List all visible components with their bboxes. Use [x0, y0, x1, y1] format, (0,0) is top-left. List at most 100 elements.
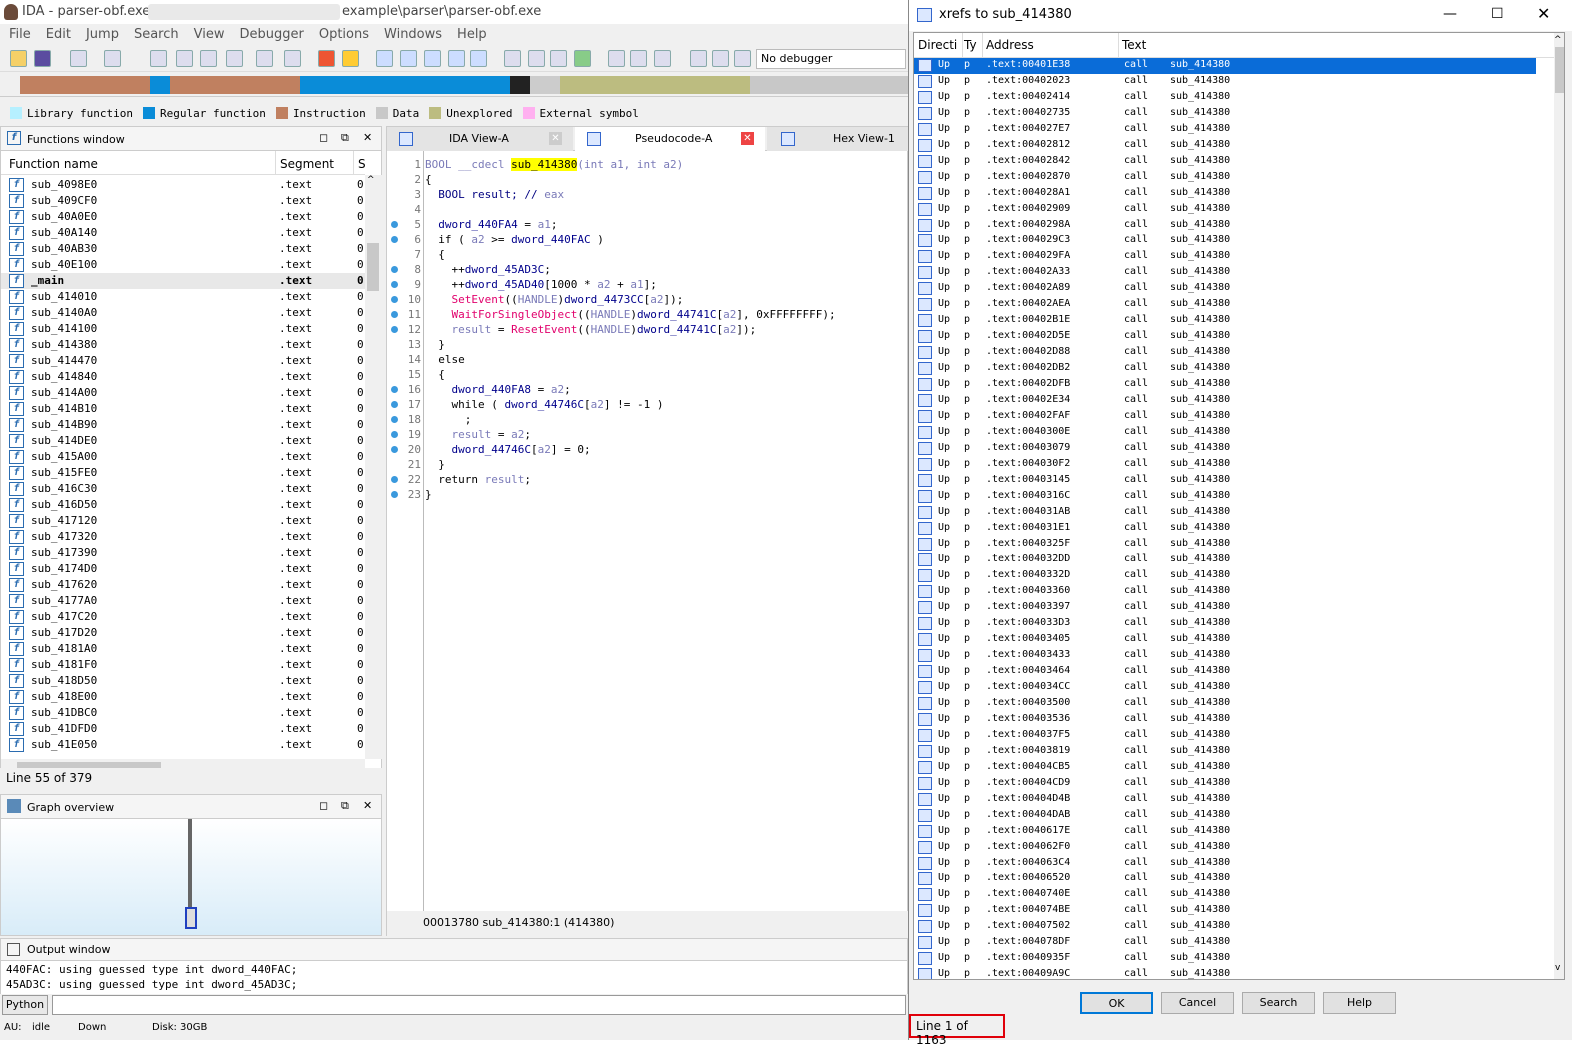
debugger-select[interactable]: No debugger	[756, 49, 906, 69]
pause-icon[interactable]	[712, 50, 729, 67]
breakpoint-dot-icon[interactable]	[391, 416, 398, 423]
function-row[interactable]: f sub_414A00 .text 0(	[1, 385, 365, 401]
breakpoint-dot-icon[interactable]	[391, 296, 398, 303]
xref-row[interactable]: Up p .text:00404D4B call sub_414380	[914, 792, 1536, 808]
breakpoint-dot-icon[interactable]	[391, 221, 398, 228]
code-line[interactable]: 18 ;	[387, 412, 907, 427]
xref-row[interactable]: Up p .text:00403464 call sub_414380	[914, 664, 1536, 680]
code-line[interactable]: 5 dword_440FA4 = a1;	[387, 217, 907, 232]
xref-row[interactable]: Up p .text:0040298A call sub_414380	[914, 218, 1536, 234]
code-line[interactable]: 20 dword_44746C[a2] = 0;	[387, 442, 907, 457]
function-row[interactable]: f sub_4140A0 .text 0(	[1, 305, 365, 321]
add-member-icon[interactable]	[550, 50, 567, 67]
xref-row[interactable]: Up p .text:00403360 call sub_414380	[914, 584, 1536, 600]
xref-row[interactable]: Up p .text:00402D88 call sub_414380	[914, 345, 1536, 361]
xref-row[interactable]: Up p .text:00403397 call sub_414380	[914, 600, 1536, 616]
function-row[interactable]: f sub_415FE0 .text 0(	[1, 465, 365, 481]
functions-icon[interactable]	[448, 50, 465, 67]
function-row[interactable]: f sub_417C20 .text 0(	[1, 609, 365, 625]
edit-icon[interactable]	[630, 50, 647, 67]
code-line[interactable]: 12 result = ResetEvent((HANDLE)dword_447…	[387, 322, 907, 337]
xref-row[interactable]: Up p .text:004029C3 call sub_414380	[914, 233, 1536, 249]
xref-row[interactable]: Up p .text:00402842 call sub_414380	[914, 154, 1536, 170]
xrefs-scrollbar[interactable]: ^ v	[1554, 33, 1564, 979]
delete-icon[interactable]	[654, 50, 671, 67]
code-line[interactable]: 8 ++dword_45AD3C;	[387, 262, 907, 277]
cross-reference-icon[interactable]	[608, 50, 625, 67]
column-function-name[interactable]: Function name	[9, 157, 98, 171]
xref-row[interactable]: Up p .text:0040740E call sub_414380	[914, 887, 1536, 903]
xref-row[interactable]: Up p .text:00403405 call sub_414380	[914, 632, 1536, 648]
function-row[interactable]: f sub_40AB30 .text 0(	[1, 241, 365, 257]
xref-row[interactable]: Up p .text:004037F5 call sub_414380	[914, 728, 1536, 744]
xref-row[interactable]: Up p .text:004028A1 call sub_414380	[914, 186, 1536, 202]
pseudocode-view[interactable]: 1 BOOL __cdecl sub_414380(int a1, int a2)…	[387, 151, 908, 911]
down-arrow-icon[interactable]	[256, 50, 273, 67]
restore-icon[interactable]: ⧉	[341, 799, 349, 813]
menu-file[interactable]: File	[9, 24, 31, 46]
function-row[interactable]: f sub_417620 .text 0(	[1, 577, 365, 593]
column-segment[interactable]: Segment	[280, 157, 334, 171]
immediate-search-icon[interactable]	[200, 50, 217, 67]
xref-row[interactable]: Up p .text:00402A33 call sub_414380	[914, 265, 1536, 281]
column-type[interactable]: Ty	[964, 38, 977, 52]
column-direction[interactable]: Directi	[918, 38, 957, 52]
xref-row[interactable]: Up p .text:00402414 call sub_414380	[914, 90, 1536, 106]
xref-row[interactable]: Up p .text:00402DB2 call sub_414380	[914, 361, 1536, 377]
close-icon[interactable]: ✕	[1537, 4, 1550, 23]
xref-row[interactable]: Up p .text:00402735 call sub_414380	[914, 106, 1536, 122]
xref-row[interactable]: Up p .text:004034CC call sub_414380	[914, 680, 1536, 696]
xref-row[interactable]: Up p .text:0040935F call sub_414380	[914, 951, 1536, 967]
text-search-icon[interactable]	[176, 50, 193, 67]
function-row[interactable]: f sub_4098E0 .text 0(	[1, 177, 365, 193]
xref-row[interactable]: Up p .text:004030F2 call sub_414380	[914, 457, 1536, 473]
stop-icon[interactable]	[734, 50, 751, 67]
function-row[interactable]: f sub_415A00 .text 0(	[1, 449, 365, 465]
maximize-icon[interactable]: ◻	[319, 799, 328, 812]
menu-jump[interactable]: Jump	[86, 24, 119, 46]
xref-row[interactable]: Up p .text:00402812 call sub_414380	[914, 138, 1536, 154]
breakpoint-dot-icon[interactable]	[391, 491, 398, 498]
close-icon[interactable]: ✕	[549, 132, 562, 145]
xref-row[interactable]: Up p .text:004063C4 call sub_414380	[914, 856, 1536, 872]
python-button[interactable]: Python	[2, 995, 48, 1015]
function-row[interactable]: f sub_40A0E0 .text 0(	[1, 209, 365, 225]
menu-edit[interactable]: Edit	[46, 24, 71, 46]
function-row[interactable]: f sub_418D50 .text 0(	[1, 673, 365, 689]
xref-row[interactable]: Up p .text:00406520 call sub_414380	[914, 871, 1536, 887]
code-line[interactable]: 6 if ( a2 >= dword_440FAC )	[387, 232, 907, 247]
save-icon[interactable]	[34, 50, 51, 67]
binary-search-icon[interactable]	[150, 50, 167, 67]
code-line[interactable]: 19 result = a2;	[387, 427, 907, 442]
xref-row[interactable]: Up p .text:004033D3 call sub_414380	[914, 616, 1536, 632]
column-address[interactable]: Address	[986, 38, 1034, 52]
code-line[interactable]: 2{	[387, 172, 907, 187]
xref-row[interactable]: Up p .text:004032DD call sub_414380	[914, 552, 1536, 568]
maximize-icon[interactable]: ◻	[319, 131, 328, 144]
maximize-icon[interactable]: ☐	[1491, 6, 1504, 22]
function-row[interactable]: f sub_4181F0 .text 0(	[1, 657, 365, 673]
structures-icon[interactable]	[424, 50, 441, 67]
xrefs-scroll-thumb[interactable]	[1555, 47, 1564, 93]
tab-hex-view[interactable]: Hex View-1	[767, 127, 908, 151]
xref-row[interactable]: Up p .text:00409A9C call sub_414380	[914, 967, 1536, 979]
code-line[interactable]: 7 {	[387, 247, 907, 262]
xref-row[interactable]: Up p .text:00404DAB call sub_414380	[914, 808, 1536, 824]
code-line[interactable]: 15 {	[387, 367, 907, 382]
graph-canvas[interactable]	[1, 819, 381, 935]
add-struct-icon[interactable]	[504, 50, 521, 67]
menu-help[interactable]: Help	[457, 24, 487, 46]
breakpoint-dot-icon[interactable]	[391, 401, 398, 408]
function-row[interactable]: f sub_4177A0 .text 0(	[1, 593, 365, 609]
tab-pseudocode[interactable]: Pseudocode-A ✕	[575, 127, 765, 151]
xref-row[interactable]: Up p .text:00402AEA call sub_414380	[914, 297, 1536, 313]
graph-viewport[interactable]	[185, 907, 197, 929]
breakpoint-dot-icon[interactable]	[391, 386, 398, 393]
xref-row[interactable]: Up p .text:00403145 call sub_414380	[914, 473, 1536, 489]
code-line[interactable]: 21 }	[387, 457, 907, 472]
xref-row[interactable]: Up p .text:0040332D call sub_414380	[914, 568, 1536, 584]
code-line[interactable]: 13 }	[387, 337, 907, 352]
lightbulb-icon[interactable]	[342, 50, 359, 67]
code-line[interactable]: 10 SetEvent((HANDLE)dword_4473CC[a2]);	[387, 292, 907, 307]
xref-row[interactable]: Up p .text:004078DF call sub_414380	[914, 935, 1536, 951]
